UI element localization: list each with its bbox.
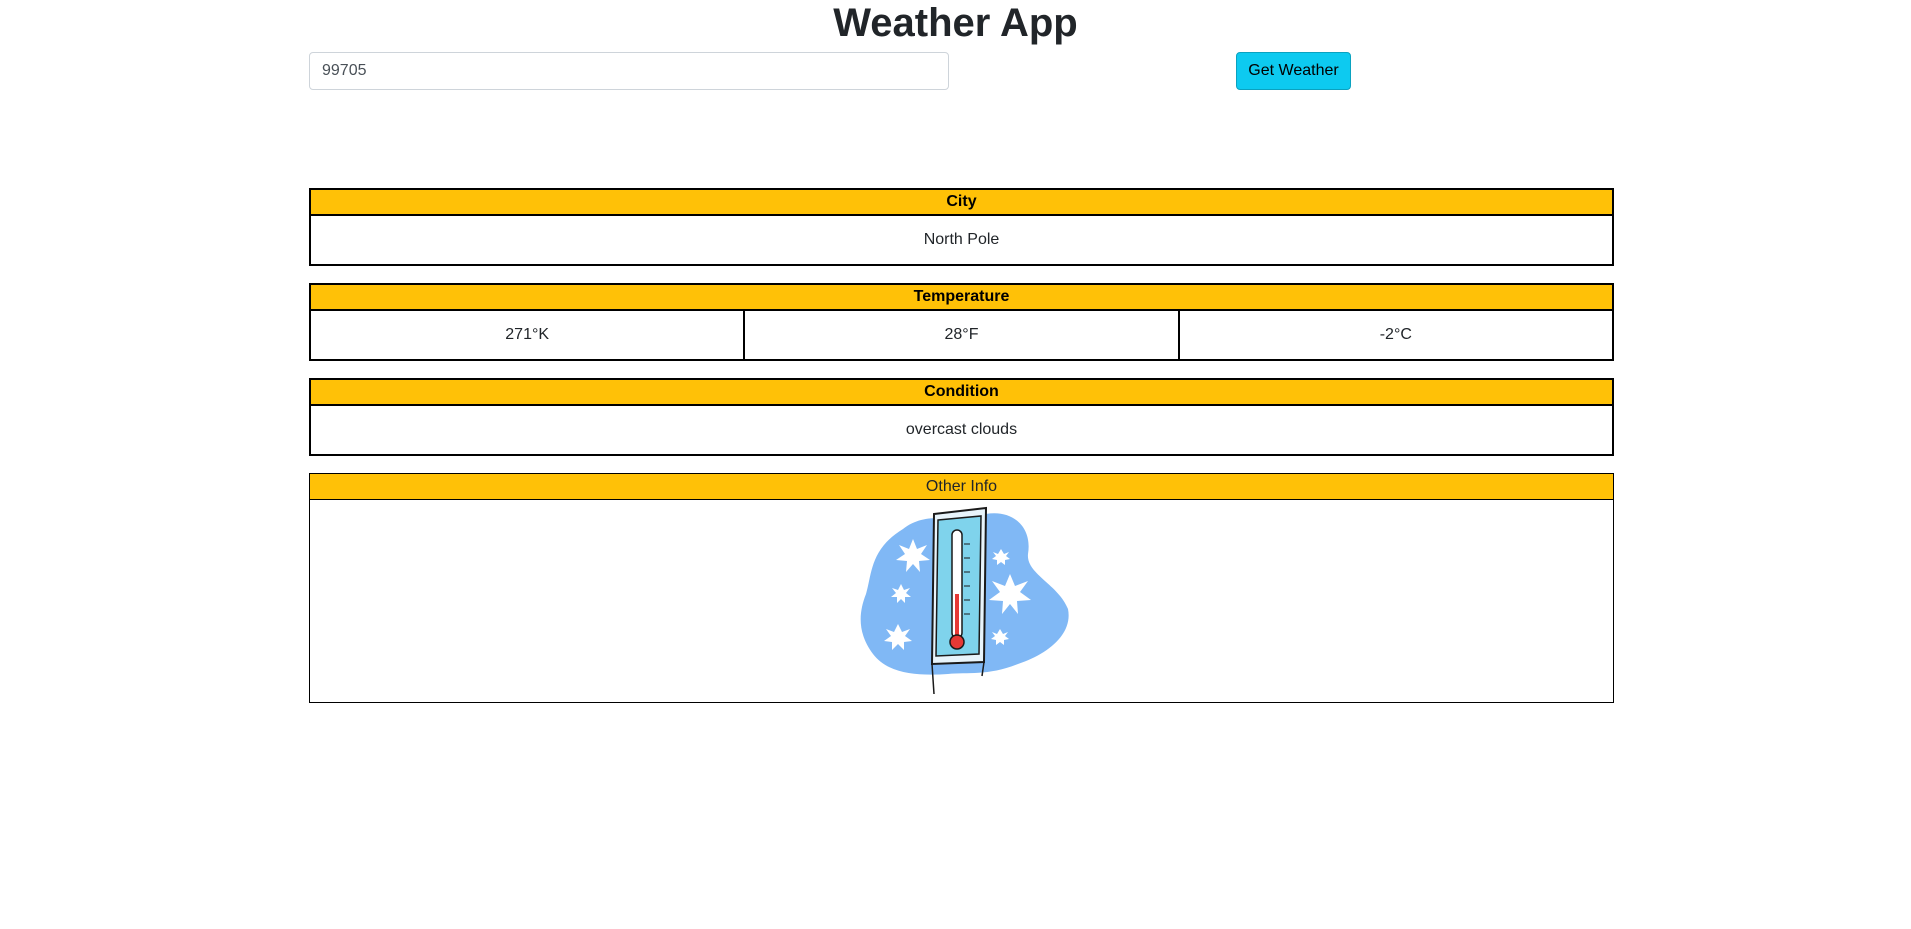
temperature-row: 271°K 28°F -2°C <box>311 311 1612 359</box>
cold-thermometer-image <box>860 506 1069 694</box>
temperature-header: Temperature <box>311 285 1612 311</box>
temperature-panel: Temperature 271°K 28°F -2°C <box>309 283 1614 361</box>
get-weather-button[interactable]: Get Weather <box>1236 52 1351 90</box>
condition-header: Condition <box>311 380 1612 406</box>
condition-panel: Condition overcast clouds <box>309 378 1614 456</box>
city-panel: City North Pole <box>309 188 1614 266</box>
other-info-header: Other Info <box>310 474 1613 500</box>
other-info-panel: Other Info <box>309 473 1614 703</box>
city-value: North Pole <box>923 231 1000 248</box>
city-header: City <box>311 190 1612 216</box>
condition-value: overcast clouds <box>905 421 1018 438</box>
temperature-kelvin: 271°K <box>505 326 550 343</box>
other-info-body <box>310 500 1613 702</box>
page-title: Weather App <box>833 1 1078 45</box>
zip-code-input[interactable] <box>309 52 949 90</box>
temperature-celsius: -2°C <box>1177 311 1612 359</box>
temperature-fahrenheit: 28°F <box>743 311 1177 359</box>
weather-app-page: Weather App Get Weather City North Pole … <box>0 0 1911 929</box>
